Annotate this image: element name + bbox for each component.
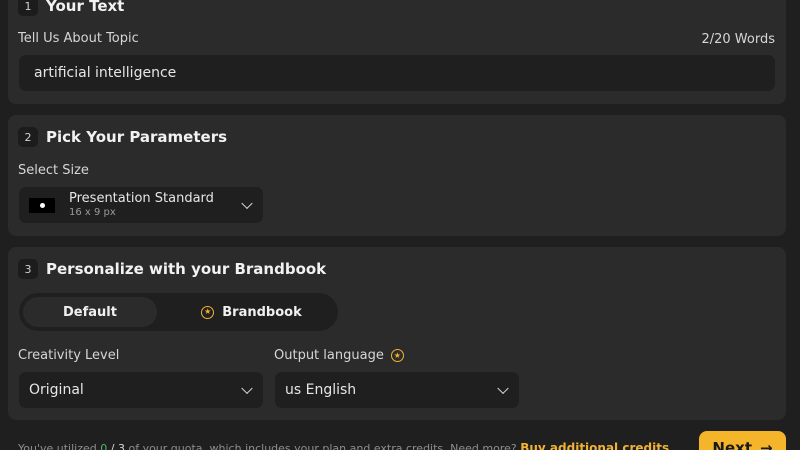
- chevron-down-icon: [497, 382, 509, 395]
- language-value: us English: [285, 382, 357, 398]
- step-number: 1: [18, 0, 38, 16]
- toggle-brandbook[interactable]: ★ Brandbook: [169, 297, 334, 327]
- step-number: 2: [18, 127, 38, 147]
- step-header: 3 Personalize with your Brandbook: [18, 259, 326, 279]
- step-number: 3: [18, 259, 38, 279]
- chevron-down-icon: [241, 382, 253, 395]
- quota-used: 0: [100, 442, 108, 450]
- creativity-dropdown[interactable]: Original: [19, 372, 263, 408]
- toggle-brandbook-label: Brandbook: [222, 304, 302, 320]
- topic-input[interactable]: artificial intelligence: [19, 55, 775, 91]
- quota-notice: You've utilized 0 / 3 of your quota, whi…: [18, 441, 669, 450]
- quota-prefix: You've utilized: [18, 442, 97, 450]
- brandbook-section: 3 Personalize with your Brandbook Defaul…: [8, 247, 786, 420]
- chevron-down-icon: [241, 197, 253, 210]
- word-count: 2/20 Words: [701, 32, 775, 47]
- section-title: Pick Your Parameters: [46, 128, 228, 146]
- buy-credits-link[interactable]: Buy additional credits: [520, 441, 669, 450]
- section-title: Personalize with your Brandbook: [46, 260, 327, 278]
- star-icon: ★: [390, 349, 404, 362]
- next-label: Next: [712, 439, 752, 450]
- star-icon: ★: [201, 305, 215, 319]
- parameters-section: 2 Pick Your Parameters Select Size Prese…: [8, 115, 786, 236]
- size-dimensions: 16 x 9 px: [69, 207, 116, 218]
- creativity-value: Original: [29, 382, 84, 398]
- size-label: Select Size: [18, 163, 89, 178]
- topic-label: Tell Us About Topic: [18, 31, 139, 46]
- brandbook-toggle: Default ★ Brandbook: [19, 293, 338, 331]
- quota-suffix: of your quota, which includes your plan …: [128, 442, 517, 450]
- section-title: Your Text: [46, 0, 125, 15]
- your-text-section: 1 Your Text Tell Us About Topic 2/20 Wor…: [8, 0, 786, 104]
- quota-separator: /: [110, 442, 115, 450]
- creativity-label: Creativity Level: [18, 348, 120, 363]
- step-header: 2 Pick Your Parameters: [18, 127, 227, 147]
- language-label-row: Output language ★: [274, 348, 404, 363]
- arrow-right-icon: →: [760, 439, 773, 450]
- size-dropdown[interactable]: Presentation Standard 16 x 9 px: [19, 187, 263, 223]
- next-button[interactable]: Next →: [699, 431, 786, 450]
- language-dropdown[interactable]: us English: [275, 372, 519, 408]
- language-label: Output language: [274, 348, 384, 363]
- size-name: Presentation Standard: [69, 191, 214, 206]
- toggle-default[interactable]: Default: [23, 297, 157, 327]
- step-header: 1 Your Text: [18, 0, 124, 16]
- quota-total: 3: [117, 442, 125, 450]
- size-thumbnail: [29, 197, 55, 213]
